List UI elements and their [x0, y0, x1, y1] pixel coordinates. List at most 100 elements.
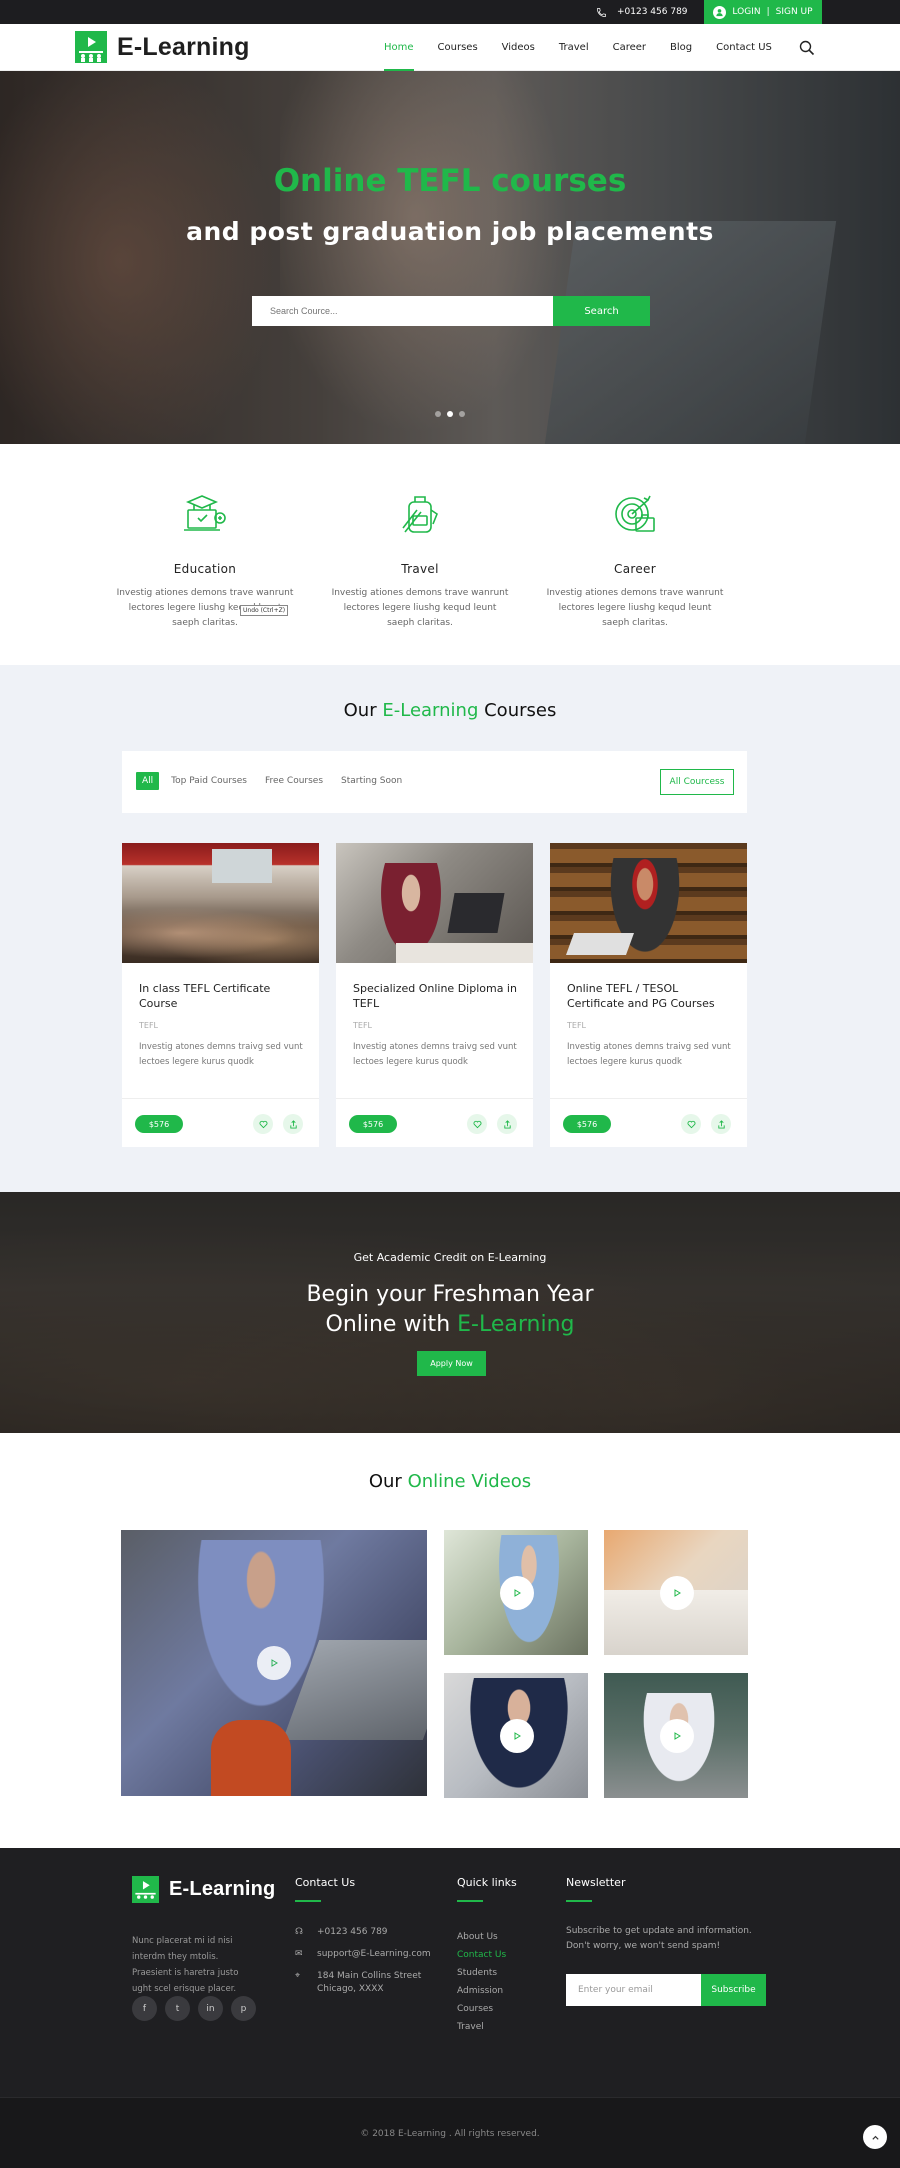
play-icon[interactable]: [500, 1719, 534, 1753]
login-signup[interactable]: LOGIN | SIGN UP: [704, 0, 822, 24]
hero-slider: Online TEFL courses and post graduation …: [0, 71, 900, 444]
feature-text: Investig ationes demons trave wanrunt le…: [331, 588, 509, 628]
feature-title: Career: [614, 562, 656, 576]
top-bar: +0123 456 789 LOGIN | SIGN UP: [0, 0, 900, 24]
nav-item-videos[interactable]: Videos: [490, 24, 547, 71]
site-footer: E-Learning Nunc placerat mi id nisi inte…: [0, 1848, 900, 2097]
footer-link-about[interactable]: About Us: [457, 1928, 506, 1946]
footer-wordmark: E-Learning: [169, 1878, 275, 1901]
features-section: Education Investig ationes demons trave …: [0, 444, 900, 665]
filter-tab-all[interactable]: All: [136, 772, 160, 790]
share-icon[interactable]: [283, 1114, 303, 1134]
footer-logo[interactable]: E-Learning: [132, 1876, 275, 1903]
title-text: Our: [368, 1471, 402, 1492]
signup-link[interactable]: SIGN UP: [776, 7, 813, 17]
address-line: Chicago, XXXX: [317, 1984, 384, 1994]
nav-item-courses[interactable]: Courses: [426, 24, 490, 71]
heart-icon[interactable]: [253, 1114, 273, 1134]
course-title[interactable]: In class TEFL Certificate Course: [139, 981, 309, 1011]
course-image[interactable]: [122, 843, 319, 963]
share-icon[interactable]: [497, 1114, 517, 1134]
contact-email-text: support@E-Learning.com: [317, 1949, 431, 1959]
career-target-icon: [615, 495, 655, 532]
pinterest-icon[interactable]: p: [231, 1996, 256, 2021]
chevron-up-icon: [871, 2135, 879, 2140]
courses-section: Our E-Learning Courses All Top Paid Cour…: [0, 665, 900, 1192]
heart-icon[interactable]: [467, 1114, 487, 1134]
phone-contact[interactable]: +0123 456 789: [596, 0, 688, 24]
course-title[interactable]: Specialized Online Diploma in TEFL: [353, 981, 523, 1011]
search-icon[interactable]: [799, 40, 815, 56]
brand-text: E-Learning: [169, 1878, 276, 1900]
phone-number: +0123 456 789: [617, 7, 688, 17]
education-icon: [184, 495, 226, 531]
contact-phone[interactable]: ☊ +0123 456 789: [295, 1926, 435, 1939]
back-to-top-button[interactable]: [863, 2125, 887, 2149]
feature-travel: Travel Investig ationes demons trave wan…: [330, 490, 510, 631]
price-badge: $576: [563, 1115, 611, 1133]
footer-link-contact[interactable]: Contact Us: [457, 1946, 506, 1964]
nav-item-contact[interactable]: Contact US: [704, 24, 784, 71]
course-card[interactable]: Specialized Online Diploma in TEFL TEFL …: [336, 843, 533, 1147]
title-text: Our: [343, 700, 377, 721]
banner-subtitle: Get Academic Credit on E-Learning: [353, 1251, 547, 1264]
video-thumbnail[interactable]: [444, 1530, 588, 1655]
course-desc: Investig atones demns traivg sed vunt le…: [139, 1042, 303, 1067]
play-icon[interactable]: [660, 1719, 694, 1753]
contact-phone-text: +0123 456 789: [317, 1927, 388, 1937]
slider-dot[interactable]: [435, 411, 441, 417]
course-image[interactable]: [550, 843, 747, 963]
course-title[interactable]: Online TEFL / TESOL Certificate and PG C…: [567, 981, 737, 1011]
video-thumbnail-large[interactable]: [121, 1530, 427, 1796]
play-icon[interactable]: [660, 1576, 694, 1610]
heart-icon[interactable]: [681, 1114, 701, 1134]
course-image[interactable]: [336, 843, 533, 963]
social-links: f t in p: [132, 1996, 256, 2021]
twitter-icon[interactable]: t: [165, 1996, 190, 2021]
footer-link-travel[interactable]: Travel: [457, 2018, 506, 2036]
price-badge: $576: [349, 1115, 397, 1133]
linkedin-icon[interactable]: in: [198, 1996, 223, 2021]
course-card[interactable]: Online TEFL / TESOL Certificate and PG C…: [550, 843, 747, 1147]
main-navbar: E-Learning Home Courses Videos Travel Ca…: [0, 24, 900, 71]
logo-mark-icon: [75, 31, 107, 63]
video-thumbnail[interactable]: [444, 1673, 588, 1798]
login-separator: |: [766, 7, 770, 17]
mail-icon: ✉: [295, 1949, 303, 1959]
phone-icon: [597, 7, 606, 17]
video-thumbnail[interactable]: [604, 1530, 748, 1655]
video-thumbnail[interactable]: [604, 1673, 748, 1798]
filter-tab-free[interactable]: Free Courses: [259, 772, 329, 790]
all-courses-button[interactable]: All Courcess: [660, 769, 734, 795]
nav-item-career[interactable]: Career: [601, 24, 658, 71]
filter-tab-soon[interactable]: Starting Soon: [335, 772, 408, 790]
nav-item-travel[interactable]: Travel: [547, 24, 601, 71]
footer-link-admission[interactable]: Admission: [457, 1982, 506, 2000]
filter-tabs: All Top Paid Courses Free Courses Starti…: [136, 772, 408, 790]
course-card[interactable]: In class TEFL Certificate Course TEFL In…: [122, 843, 319, 1147]
nav-item-home[interactable]: Home: [372, 24, 426, 71]
play-icon[interactable]: [257, 1646, 291, 1680]
nav-menu: Home Courses Videos Travel Career Blog C…: [372, 24, 784, 71]
filter-tab-paid[interactable]: Top Paid Courses: [165, 772, 253, 790]
apply-now-button[interactable]: Apply Now: [417, 1351, 486, 1376]
login-link[interactable]: LOGIN: [732, 7, 760, 17]
course-filter-bar: All Top Paid Courses Free Courses Starti…: [122, 751, 747, 813]
contact-address-text: 184 Main Collins Street Chicago, XXXX: [317, 1970, 421, 1996]
nav-item-blog[interactable]: Blog: [658, 24, 704, 71]
footer-link-students[interactable]: Students: [457, 1964, 506, 1982]
newsletter-email-input[interactable]: Enter your email: [566, 1974, 701, 2006]
contact-email[interactable]: ✉ support@E-Learning.com: [295, 1948, 435, 1961]
subscribe-button[interactable]: Subscribe: [701, 1974, 766, 2006]
videos-section: Our Online Videos: [0, 1433, 900, 1848]
play-icon[interactable]: [500, 1576, 534, 1610]
slider-dot[interactable]: [459, 411, 465, 417]
slider-dot-active[interactable]: [447, 411, 453, 417]
site-logo[interactable]: E-Learning: [75, 31, 250, 63]
quick-links: About Us Contact Us Students Admission C…: [457, 1928, 506, 2036]
facebook-icon[interactable]: f: [132, 1996, 157, 2021]
course-search-button[interactable]: Search: [553, 296, 650, 326]
share-icon[interactable]: [711, 1114, 731, 1134]
course-search-input[interactable]: [252, 296, 553, 326]
footer-link-courses[interactable]: Courses: [457, 2000, 506, 2018]
